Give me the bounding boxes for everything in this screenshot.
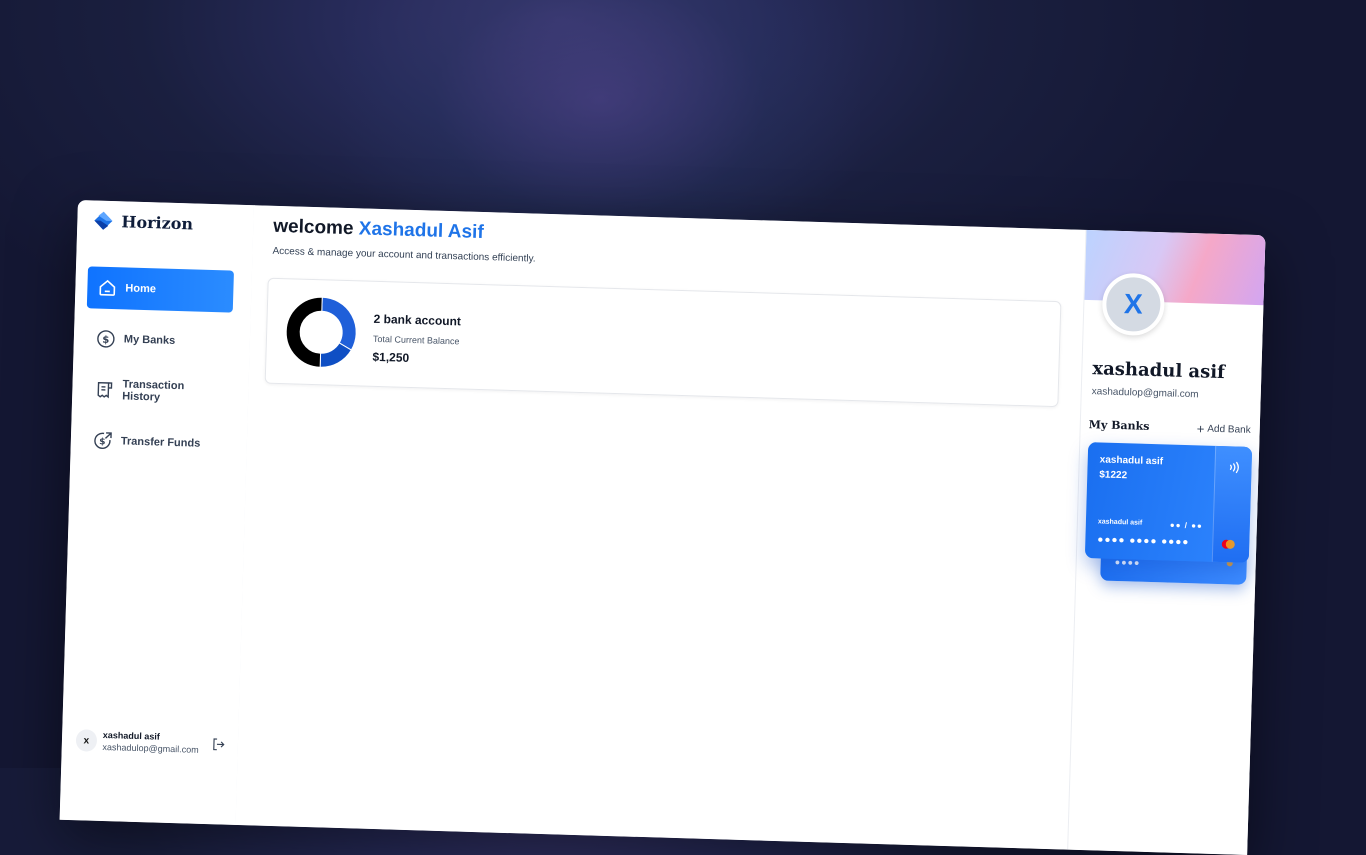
balance-donut-chart [285, 296, 357, 368]
add-bank-label: Add Bank [1207, 423, 1251, 436]
svg-text:$: $ [99, 437, 106, 447]
profile-email: xashadulop@gmail.com [1091, 386, 1199, 401]
my-banks-heading: My Banks [1088, 418, 1150, 433]
balance-amount: $1,250 [372, 349, 410, 365]
mastercard-icon [1221, 539, 1235, 549]
avatar[interactable]: x [75, 729, 98, 752]
sidebar-item-label: Transaction History [122, 378, 185, 404]
sidebar-item-label: My Banks [123, 333, 176, 347]
right-sidebar: X xashadul asif xashadulop@gmail.com My … [1067, 229, 1266, 855]
dollar-circle-icon: $ [97, 330, 115, 348]
profile-name: xashadul asif [1092, 358, 1226, 384]
logout-icon[interactable] [211, 736, 227, 752]
sidebar-item-transfer-funds[interactable]: $ Transfer Funds [82, 419, 229, 465]
receipt-icon [97, 381, 113, 399]
card-holder-name: xashadul asif [1099, 454, 1164, 468]
bank-card-primary[interactable]: xashadul asif $1222 xashadul asif ●● / ●… [1084, 442, 1253, 563]
sidebar-item-label: Transfer Funds [120, 435, 201, 450]
card-number: ●●●● ●●●● ●●●● [1097, 534, 1190, 549]
sidebar-item-my-banks[interactable]: $ My Banks [85, 317, 232, 363]
sidebar-user-footer: x xashadul asif xashadulop@gmail.com [75, 728, 227, 756]
logo[interactable]: Horizon [93, 210, 193, 233]
logo-text: Horizon [121, 211, 194, 233]
page-subtitle: Access & manage your account and transac… [272, 245, 536, 265]
card-name-small: xashadul asif [1097, 518, 1143, 527]
app-window: Horizon Home $ My Banks Transaction Hist… [59, 200, 1266, 855]
balance-info: 2 bank account Total Current Balance $1,… [372, 312, 461, 367]
sidebar-item-home[interactable]: Home [86, 266, 234, 313]
sidebar-nav: Home $ My Banks Transaction History $ Tr… [82, 266, 234, 474]
add-bank-button[interactable]: + Add Bank [1196, 420, 1251, 437]
home-icon [99, 279, 116, 296]
sidebar-user-email: xashadulop@gmail.com [102, 741, 199, 755]
plus-icon: + [1196, 420, 1205, 437]
main-content: welcome Xashadul Asif Access & manage yo… [235, 205, 1086, 850]
sidebar: Horizon Home $ My Banks Transaction Hist… [59, 200, 255, 825]
sidebar-item-transaction-history[interactable]: Transaction History [84, 368, 231, 414]
bank-account-count: 2 bank account [373, 311, 462, 329]
page-title: welcome Xashadul Asif [273, 216, 484, 244]
donut-slice-0 [321, 296, 357, 351]
total-balance-card: 2 bank account Total Current Balance $1,… [264, 277, 1062, 408]
donut-slice-2 [285, 296, 323, 368]
card-balance: $1222 [1099, 469, 1128, 482]
card-expiry: ●● / ●● [1169, 520, 1203, 531]
svg-text:$: $ [102, 335, 109, 346]
welcome-prefix: welcome [272, 215, 354, 240]
balance-label: Total Current Balance [372, 333, 460, 347]
welcome-user-name: Xashadul Asif [358, 218, 485, 244]
profile-avatar[interactable]: X [1101, 272, 1166, 337]
horizon-logo-icon [94, 211, 113, 230]
money-send-icon: $ [94, 432, 112, 449]
sidebar-item-label: Home [125, 282, 157, 296]
sidebar-user-info: xashadul asif xashadulop@gmail.com [102, 729, 199, 756]
contactless-icon [1229, 461, 1239, 474]
